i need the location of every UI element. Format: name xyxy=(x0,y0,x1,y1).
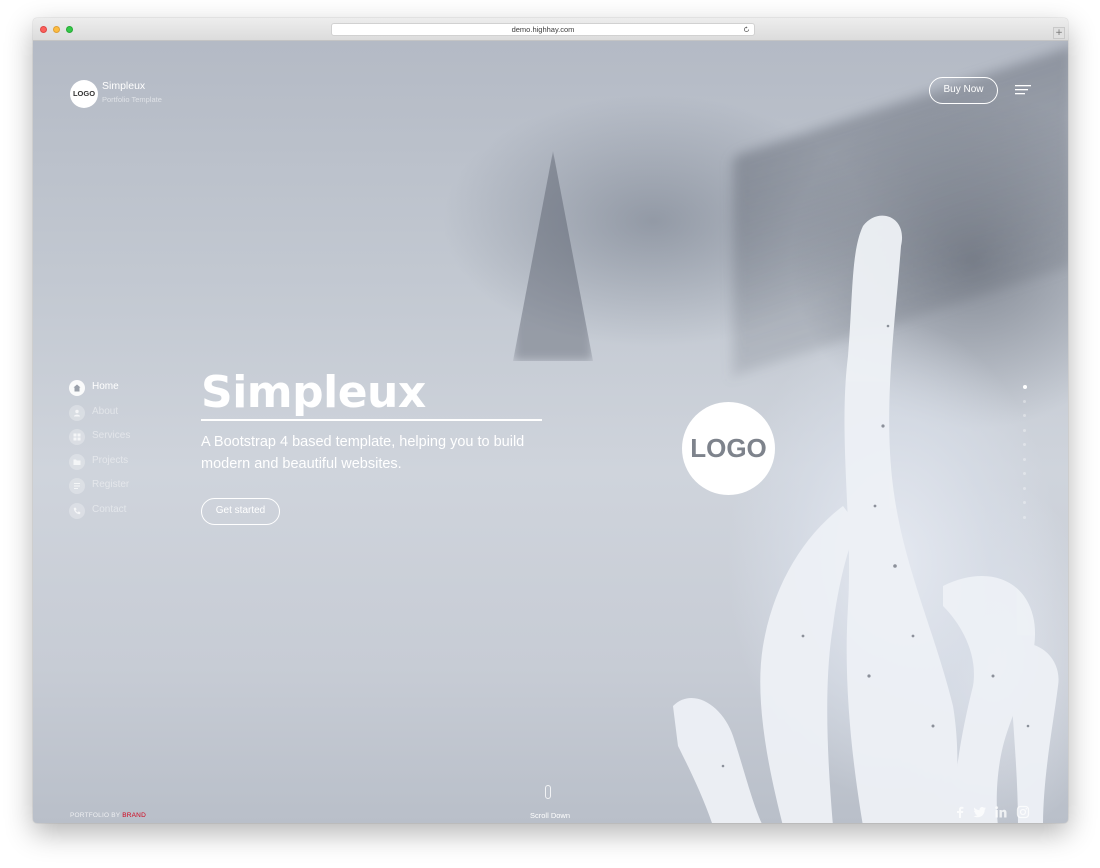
hero-title-underline xyxy=(201,419,542,421)
brand-tagline: Portfolio Template xyxy=(102,95,162,104)
new-tab-button[interactable]: + xyxy=(1053,27,1065,39)
phone-icon xyxy=(69,503,85,519)
pagination-dot[interactable] xyxy=(1023,414,1026,417)
nav-label-about: About xyxy=(92,406,119,417)
hamburger-menu-icon[interactable] xyxy=(1015,84,1031,96)
brand-logo[interactable]: LOGO xyxy=(70,80,98,108)
nav-label-home: Home xyxy=(92,381,119,392)
instagram-icon[interactable] xyxy=(1016,805,1030,819)
pagination-dot[interactable] xyxy=(1022,385,1027,389)
pagination-dot[interactable] xyxy=(1023,428,1026,432)
hero-title: Simpleux xyxy=(201,367,426,418)
form-icon xyxy=(69,478,85,494)
linkedin-icon[interactable] xyxy=(994,805,1008,819)
user-icon xyxy=(69,405,85,421)
home-icon xyxy=(69,380,85,396)
buy-now-button[interactable]: Buy Now xyxy=(929,77,998,104)
address-bar-url: demo.highhay.com xyxy=(511,25,575,34)
pagination-dot[interactable] xyxy=(1023,457,1026,461)
facebook-icon[interactable] xyxy=(953,805,967,819)
nav-label-register: Register xyxy=(92,479,130,490)
browser-window: demo.highhay.com + LOGO Simpleux Portfol… xyxy=(33,18,1068,823)
pagination-dot[interactable] xyxy=(1023,443,1026,446)
grid-icon xyxy=(69,429,85,445)
background-roof xyxy=(513,151,593,361)
brand-name[interactable]: Simpleux xyxy=(102,80,145,92)
hero-subtitle: A Bootstrap 4 based template, helping yo… xyxy=(201,434,525,472)
scroll-mouse-icon[interactable] xyxy=(545,785,551,799)
frost-plant-image xyxy=(673,215,1059,823)
get-started-button[interactable]: Get started xyxy=(201,498,280,525)
footer-credit-brand[interactable]: BRAND xyxy=(122,812,146,819)
pagination-dot[interactable] xyxy=(1023,472,1026,475)
pagination-dot[interactable] xyxy=(1023,515,1026,519)
address-bar[interactable]: demo.highhay.com xyxy=(331,23,755,36)
nav-label-projects: Projects xyxy=(92,455,129,466)
pagination-dot[interactable] xyxy=(1023,501,1026,504)
footer-credit-prefix: PORTFOLIO BY xyxy=(70,812,121,819)
page-viewport: LOGO Simpleux Portfolio Template Buy Now… xyxy=(33,41,1068,823)
center-logo: LOGO xyxy=(682,402,775,495)
folder-icon xyxy=(69,454,85,470)
twitter-icon[interactable] xyxy=(973,805,987,819)
footer-credit: PORTFOLIO BY BRAND xyxy=(70,812,146,819)
close-window-button[interactable] xyxy=(40,26,47,33)
reload-icon[interactable] xyxy=(743,26,750,33)
maximize-window-button[interactable] xyxy=(66,26,73,33)
browser-titlebar: demo.highhay.com + xyxy=(33,18,1068,41)
pagination-dot[interactable] xyxy=(1023,486,1026,490)
section-pagination xyxy=(1022,385,1027,519)
nav-label-contact: Contact xyxy=(92,504,127,515)
scroll-down-label[interactable]: Scroll Down xyxy=(515,811,585,820)
pagination-dot[interactable] xyxy=(1023,399,1026,403)
nav-label-services: Services xyxy=(92,430,131,441)
minimize-window-button[interactable] xyxy=(53,26,60,33)
